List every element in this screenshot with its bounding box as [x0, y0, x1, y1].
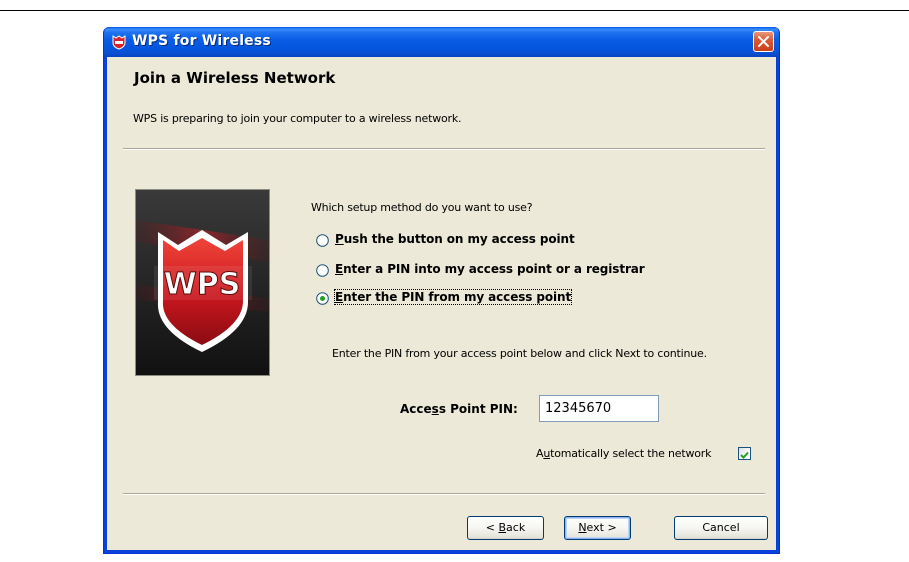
close-button[interactable]: [753, 31, 774, 52]
cancel-button[interactable]: Cancel: [674, 516, 768, 540]
next-button[interactable]: Next >: [564, 516, 631, 540]
checkmark-icon: [740, 451, 749, 459]
wps-logo-image: WPS: [135, 189, 270, 376]
wps-logo-graphic: WPS: [136, 190, 269, 375]
auto-select-network-label: Automatically select the network: [536, 447, 712, 460]
radio-unselected-icon[interactable]: [316, 234, 329, 247]
pin-instruction-text: Enter the PIN from your access point bel…: [332, 347, 707, 360]
wps-dialog-window: WPS for Wireless Join a Wireless Network…: [103, 27, 780, 554]
title-bar[interactable]: WPS for Wireless: [104, 27, 779, 57]
setup-method-question: Which setup method do you want to use?: [311, 201, 533, 214]
wizard-header: Join a Wireless Network WPS is preparing…: [107, 57, 776, 145]
wps-logo-text: WPS: [164, 267, 241, 302]
dialog-client-area: Join a Wireless Network WPS is preparing…: [107, 57, 776, 550]
radio-push-button-label: Push the button on my access point: [335, 232, 575, 246]
window-title: WPS for Wireless: [132, 33, 271, 49]
page: WPS for Wireless Join a Wireless Network…: [0, 0, 909, 562]
top-rule: [0, 10, 909, 11]
page-description: WPS is preparing to join your computer t…: [133, 112, 462, 125]
page-title: Join a Wireless Network: [134, 69, 336, 87]
back-button[interactable]: < Back: [467, 516, 544, 540]
radio-enter-pin-from-ap-label: Enter the PIN from my access point: [333, 289, 573, 305]
radio-enter-pin-into-ap-label: Enter a PIN into my access point or a re…: [335, 262, 645, 276]
radio-unselected-icon[interactable]: [316, 264, 329, 277]
wps-shield-icon: [112, 35, 126, 50]
auto-select-network-checkbox[interactable]: [738, 447, 751, 460]
header-separator: [123, 148, 765, 150]
footer-separator: [123, 493, 765, 495]
access-point-pin-input[interactable]: [539, 395, 659, 422]
close-icon: [758, 36, 769, 47]
radio-selected-icon[interactable]: [316, 292, 329, 305]
access-point-pin-label: Access Point PIN:: [400, 402, 518, 416]
